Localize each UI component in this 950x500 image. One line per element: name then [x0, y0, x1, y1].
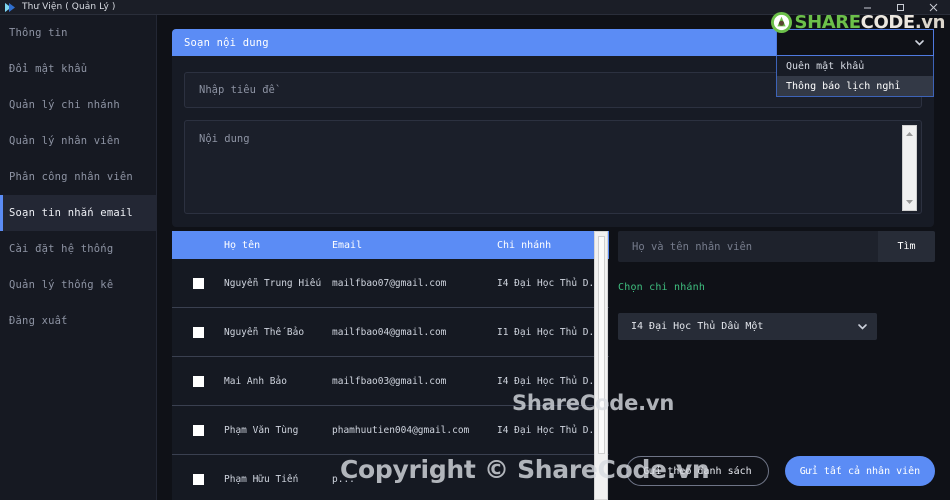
- send-all-employees-button[interactable]: Gửi tất cả nhân viên: [785, 456, 935, 486]
- body-scrollbar[interactable]: [902, 125, 917, 211]
- maximize-icon[interactable]: [884, 0, 917, 15]
- search-button[interactable]: Tìm: [878, 231, 935, 262]
- filter-panel: Họ và tên nhân viên Tìm Chọn chi nhánh I…: [618, 231, 935, 500]
- cell-email: mailfbao03@gmail.com: [332, 375, 447, 387]
- row-checkbox-cell[interactable]: [172, 277, 224, 289]
- template-option-label: Thông báo lịch nghỉ: [786, 80, 901, 92]
- template-select[interactable]: [776, 29, 934, 56]
- row-checkbox[interactable]: [192, 474, 204, 485]
- sidebar-item-label: Cài đặt hệ thống: [9, 243, 114, 255]
- cell-email: p...: [332, 474, 355, 485]
- sidebar-item-label: Đổi mật khẩu: [9, 63, 88, 75]
- row-checkbox-cell[interactable]: [172, 424, 224, 436]
- row-checkbox-cell[interactable]: [172, 474, 224, 485]
- cell-name: Nguyễn Trung Hiếu: [224, 277, 322, 289]
- cell-name: Nguyễn Thế Bảo: [224, 326, 305, 338]
- table-scrollbar-thumb[interactable]: [598, 236, 605, 454]
- column-header-branch: Chi nhánh: [497, 239, 552, 251]
- cell-email: mailfbao04@gmail.com: [332, 326, 447, 338]
- chevron-down-icon: [857, 321, 868, 332]
- row-checkbox[interactable]: [192, 424, 204, 436]
- sidebar-item-label: Quản lý nhân viên: [9, 135, 120, 147]
- sidebar-item-thong-tin[interactable]: Thông tin: [0, 15, 156, 51]
- row-checkbox[interactable]: [192, 277, 204, 289]
- cell-branch: I4 Đại Học Thủ D...: [497, 375, 606, 387]
- column-header-name: Họ tên: [224, 239, 261, 251]
- app-flag-icon: [4, 2, 18, 13]
- search-input[interactable]: Họ và tên nhân viên: [618, 231, 878, 262]
- row-checkbox-cell[interactable]: [172, 375, 224, 387]
- main-content: Soạn nội dung Quên mật khẩu Thông báo lị…: [157, 15, 950, 500]
- table-row[interactable]: Nguyễn Thế Bảo mailfbao04@gmail.com I1 Đ…: [172, 308, 609, 357]
- cell-name: Phạm Hữu Tiến: [224, 474, 299, 485]
- body-textarea[interactable]: Nội dung: [184, 120, 922, 214]
- branch-select[interactable]: I4 Đại Học Thủ Dầu Một: [618, 313, 877, 340]
- row-checkbox[interactable]: [192, 326, 204, 338]
- branch-label: Chọn chi nhánh: [618, 282, 706, 293]
- sidebar-item-label: Quản lý chi nhánh: [9, 99, 120, 111]
- title-bar: Thư Viện ( Quản Lý ): [0, 0, 950, 15]
- search-input-placeholder: Họ và tên nhân viên: [632, 240, 753, 253]
- window-controls: [851, 0, 950, 15]
- sidebar-item-label: Phân công nhân viên: [9, 171, 133, 183]
- sidebar-item-dang-xuat[interactable]: Đăng xuất: [0, 303, 156, 339]
- sidebar-item-phan-cong-nhan-vien[interactable]: Phân công nhân viên: [0, 159, 156, 195]
- branch-select-value: I4 Đại Học Thủ Dầu Một: [631, 321, 764, 332]
- sidebar-item-cai-dat-he-thong[interactable]: Cài đặt hệ thống: [0, 231, 156, 267]
- table-row[interactable]: Mai Anh Bảo mailfbao03@gmail.com I4 Đại …: [172, 357, 609, 406]
- sidebar-item-soan-tin-nhan-email[interactable]: Soạn tin nhắn email: [0, 195, 156, 231]
- template-option-quen-mat-khau[interactable]: Quên mật khẩu: [777, 56, 933, 76]
- send-by-list-button[interactable]: Gửi theo danh sách: [626, 456, 769, 486]
- sidebar-item-quan-ly-nhan-vien[interactable]: Quản lý nhân viên: [0, 123, 156, 159]
- cell-email: phamhuutien004@gmail.com: [332, 424, 470, 436]
- sidebar-item-label: Soạn tin nhắn email: [9, 207, 133, 219]
- chevron-down-icon: [914, 37, 925, 48]
- cell-name: Phạm Văn Tùng: [224, 424, 299, 436]
- action-buttons: Gửi theo danh sách Gửi tất cả nhân viên: [626, 456, 935, 486]
- sidebar-item-quan-ly-chi-nhanh[interactable]: Quản lý chi nhánh: [0, 87, 156, 123]
- table-row[interactable]: Phạm Văn Tùng phamhuutien004@gmail.com I…: [172, 406, 609, 455]
- search-button-label: Tìm: [897, 241, 916, 252]
- table-row[interactable]: Phạm Hữu Tiến p...: [172, 455, 609, 500]
- application-window: Thư Viện ( Quản Lý ) Thông tin Đổi mật k…: [0, 0, 950, 500]
- employee-table: Họ tên Email Chi nhánh Nguyễn Trung Hiếu…: [172, 231, 609, 500]
- sidebar-item-doi-mat-khau[interactable]: Đổi mật khẩu: [0, 51, 156, 87]
- template-select-wrapper: Quên mật khẩu Thông báo lịch nghỉ: [776, 29, 934, 97]
- cell-branch: I4 Đại Học Thủ D...: [497, 424, 606, 436]
- compose-card: Soạn nội dung Quên mật khẩu Thông báo lị…: [172, 29, 934, 227]
- close-icon[interactable]: [917, 0, 950, 15]
- compose-header-title: Soạn nội dung: [184, 36, 269, 49]
- column-header-email: Email: [332, 239, 363, 251]
- sidebar-item-label: Quản lý thống kê: [9, 279, 114, 291]
- sidebar-item-label: Thông tin: [9, 27, 68, 39]
- template-option-label: Quên mật khẩu: [786, 60, 865, 72]
- template-select-menu: Quên mật khẩu Thông báo lịch nghỉ: [776, 56, 934, 97]
- send-by-list-label: Gửi theo danh sách: [643, 465, 752, 477]
- template-option-thong-bao-lich-nghi[interactable]: Thông báo lịch nghỉ: [777, 76, 933, 96]
- table-row[interactable]: Nguyễn Trung Hiếu mailfbao07@gmail.com I…: [172, 259, 609, 308]
- scroll-up-arrow-icon[interactable]: [905, 128, 914, 140]
- minimize-icon[interactable]: [851, 0, 884, 15]
- table-scrollbar[interactable]: [594, 231, 608, 500]
- title-input-placeholder: Nhập tiêu đề: [199, 84, 275, 96]
- row-checkbox[interactable]: [192, 375, 204, 387]
- row-checkbox-cell[interactable]: [172, 326, 224, 338]
- sidebar: Thông tin Đổi mật khẩu Quản lý chi nhánh…: [0, 15, 157, 500]
- cell-branch: I1 Đại Học Thủ D...: [497, 326, 606, 338]
- cell-name: Mai Anh Bảo: [224, 375, 287, 387]
- send-all-employees-label: Gửi tất cả nhân viên: [799, 465, 921, 477]
- scroll-down-arrow-icon[interactable]: [905, 196, 914, 208]
- cell-branch: I4 Đại Học Thủ D...: [497, 277, 606, 289]
- sidebar-item-label: Đăng xuất: [9, 315, 68, 327]
- table-header: Họ tên Email Chi nhánh: [172, 231, 609, 259]
- cell-email: mailfbao07@gmail.com: [332, 277, 447, 289]
- body-textarea-placeholder: Nội dung: [199, 133, 250, 145]
- search-row: Họ và tên nhân viên Tìm: [618, 231, 935, 262]
- window-title: Thư Viện ( Quản Lý ): [22, 2, 116, 12]
- sidebar-item-quan-ly-thong-ke[interactable]: Quản lý thống kê: [0, 267, 156, 303]
